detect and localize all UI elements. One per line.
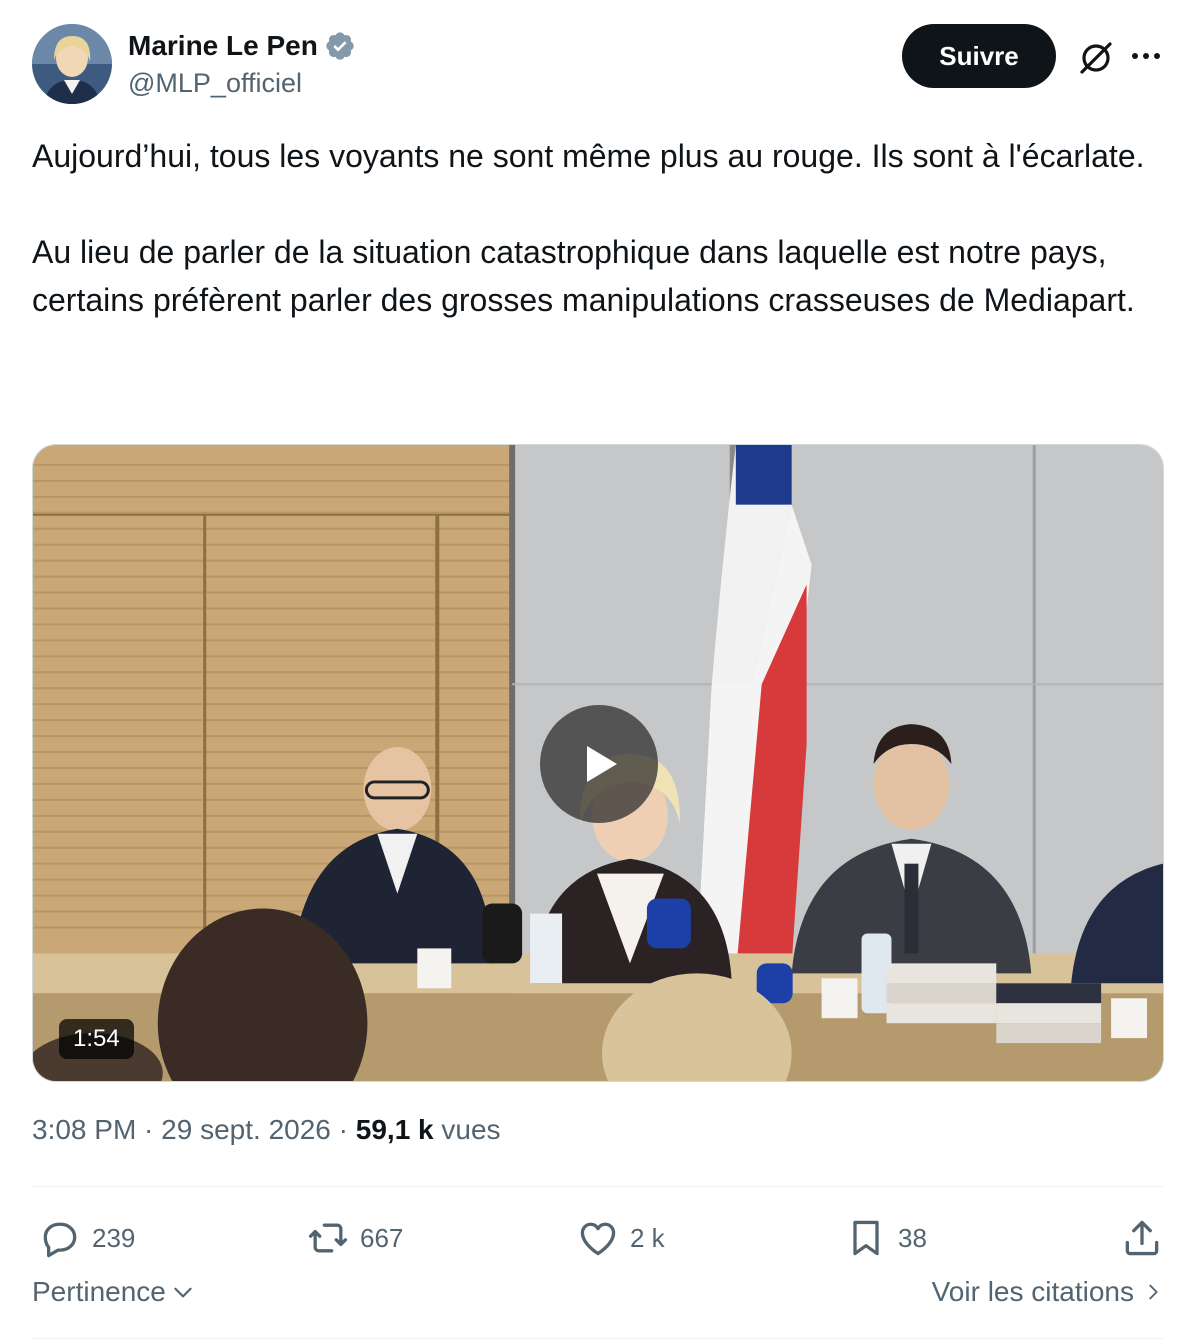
video-player[interactable]: 1:54	[32, 444, 1164, 1082]
separator: ·	[136, 1114, 162, 1145]
replies-toolbar: Pertinence Voir les citations	[32, 1276, 1164, 1324]
views-count: 59,1 k	[355, 1114, 434, 1145]
tweet-date[interactable]: 29 sept. 2026	[161, 1114, 331, 1145]
divider	[32, 1186, 1164, 1187]
more-icon[interactable]	[1128, 38, 1164, 74]
action-bar: 239 667 2 k 38	[32, 1206, 1164, 1270]
author-name[interactable]: Marine Le Pen	[128, 30, 318, 62]
quotes-label: Voir les citations	[931, 1276, 1134, 1307]
repost-icon	[308, 1223, 348, 1253]
repost-button[interactable]: 667	[306, 1206, 403, 1270]
repost-count: 667	[360, 1222, 404, 1253]
grok-icon[interactable]	[1076, 38, 1116, 78]
sort-label: Pertinence	[32, 1276, 166, 1307]
bookmark-count: 38	[898, 1222, 927, 1253]
play-button[interactable]	[540, 705, 658, 823]
bookmark-button[interactable]: 38	[844, 1206, 927, 1270]
tweet-paragraph: Au lieu de parler de la situation catast…	[32, 234, 1135, 318]
share-button[interactable]	[1120, 1206, 1164, 1270]
share-icon	[1125, 1220, 1159, 1256]
tweet-paragraph: Aujourd’hui, tous les voyants ne sont mê…	[32, 138, 1145, 174]
tweet-header: Marine Le Pen @MLP_officiel Suivre	[32, 24, 1164, 104]
author-handle[interactable]: @MLP_officiel	[128, 68, 356, 99]
like-button[interactable]: 2 k	[576, 1206, 665, 1270]
divider	[32, 1338, 1164, 1339]
heart-icon	[580, 1222, 616, 1256]
video-duration: 1:54	[59, 1019, 134, 1059]
chevron-right-icon	[1149, 1284, 1158, 1300]
like-count: 2 k	[630, 1222, 665, 1253]
chevron-down-icon	[174, 1287, 192, 1298]
play-icon	[587, 746, 617, 782]
reply-count: 239	[92, 1222, 136, 1253]
tweet-meta: 3:08 PM · 29 sept. 2026 · 59,1 k vues	[32, 1114, 501, 1146]
sort-dropdown[interactable]: Pertinence	[32, 1276, 196, 1308]
bookmark-icon	[853, 1220, 879, 1256]
reply-icon	[43, 1222, 77, 1258]
avatar[interactable]	[32, 24, 112, 104]
author-info: Marine Le Pen @MLP_officiel	[128, 28, 356, 99]
reply-button[interactable]: 239	[38, 1206, 135, 1270]
tweet-text: Aujourd’hui, tous les voyants ne sont mê…	[32, 132, 1164, 324]
follow-button[interactable]: Suivre	[902, 24, 1056, 88]
tweet-time[interactable]: 3:08 PM	[32, 1114, 136, 1145]
views-label: vues	[441, 1114, 501, 1145]
separator: ·	[330, 1114, 356, 1145]
verified-icon	[324, 30, 356, 62]
view-quotes-link[interactable]: Voir les citations	[932, 1276, 1164, 1308]
